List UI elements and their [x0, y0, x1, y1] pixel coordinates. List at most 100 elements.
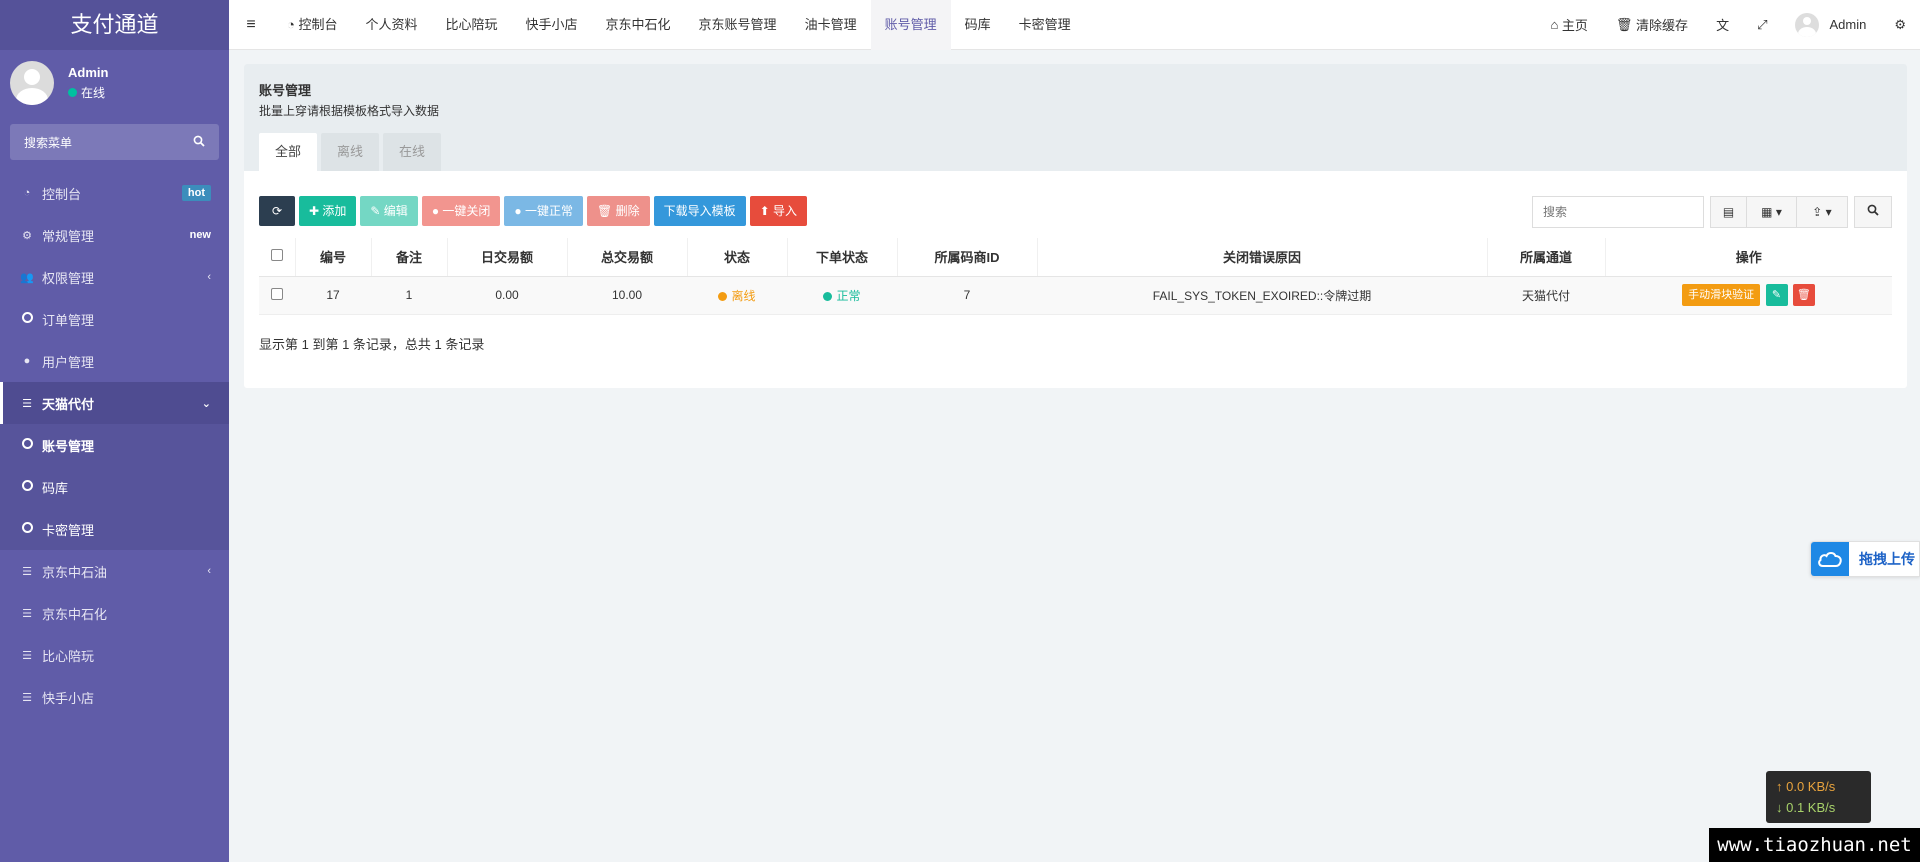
sidebar-item-permissions[interactable]: 👥 权限管理 ‹ [0, 256, 229, 298]
tab-all[interactable]: 全部 [259, 133, 318, 171]
sidebar-item-tmall[interactable]: ☰ 天猫代付 ⌄ [0, 382, 229, 424]
language-icon[interactable]: 文 [1702, 15, 1743, 34]
cell-total-amount: 10.00 [567, 276, 687, 315]
table-toolbar: ⟳ ✚ 添加 ✎ 编辑 ● 一键关闭 ● 一键正常 🗑 删除 下载导入模板 ⬆ … [259, 196, 811, 226]
cell-order-status[interactable]: 正常 [787, 276, 897, 315]
panel-heading: 账号管理 批量上穿请根据模板格式导入数据 全部 离线 在线 [244, 64, 1907, 171]
dashboard-icon: ◔ [23, 187, 31, 199]
user-status: 在线 [68, 84, 108, 101]
user-icon: ● [23, 355, 31, 367]
drag-upload-widget[interactable]: 拖拽上传 [1810, 541, 1920, 577]
menu-toggle-icon[interactable]: ≡ [229, 16, 273, 34]
trash-icon: 🗑 [1796, 289, 1811, 301]
sidebar-item-dashboard[interactable]: ◔ 控制台 hot [0, 172, 229, 214]
chevron-left-icon: ‹ [207, 565, 211, 577]
col-day-amount[interactable]: 日交易额 [447, 238, 568, 277]
col-note[interactable]: 备注 [371, 238, 448, 277]
pagination-summary: 显示第 1 到第 1 条记录，总共 1 条记录 [259, 337, 485, 352]
sidebar-item-jd-petrochina[interactable]: ☰ 京东中石油 ‹ [0, 550, 229, 592]
row-delete-button[interactable]: 🗑 [1792, 284, 1815, 306]
circle-icon [21, 480, 33, 491]
tab-dashboard[interactable]: ◔ 控制台 [273, 0, 351, 50]
select-all-checkbox[interactable] [270, 249, 283, 262]
circle-icon [21, 522, 33, 533]
tab-bixin[interactable]: 比心陪玩 [432, 0, 512, 50]
col-error-reason[interactable]: 关闭错误原因 [1037, 238, 1488, 277]
refresh-button[interactable]: ⟳ [259, 196, 295, 226]
admin-menu[interactable]: Admin [1781, 12, 1880, 37]
tab-jd-sinopec[interactable]: 京东中石化 [592, 0, 685, 50]
sidebar-item-account-manage[interactable]: 账号管理 [0, 424, 229, 466]
sidebar-item-jd-sinopec[interactable]: ☰ 京东中石化 [0, 592, 229, 634]
col-order-status[interactable]: 下单状态 [787, 238, 898, 277]
tab-jd-account[interactable]: 京东账号管理 [685, 0, 791, 50]
close-all-button[interactable]: ● 一键关闭 [421, 196, 501, 226]
hot-badge: hot [181, 185, 211, 201]
clear-cache-button[interactable]: 🗑 清除缓存 [1602, 15, 1702, 34]
tab-account-manage[interactable]: 账号管理 [870, 0, 951, 50]
columns-icon[interactable]: ▦ ▾ [1747, 197, 1797, 227]
tab-online[interactable]: 在线 [383, 133, 442, 171]
avatar [10, 61, 54, 105]
col-total-amount[interactable]: 总交易额 [567, 238, 688, 277]
download-template-button[interactable]: 下载导入模板 [653, 196, 746, 226]
col-channel[interactable]: 所属通道 [1487, 238, 1606, 277]
accounts-table: 编号 备注 日交易额 总交易额 状态 下单状态 所属码商ID 关闭错误原因 所属… [259, 238, 1892, 315]
chevron-left-icon: ‹ [207, 271, 211, 283]
upload-icon: ⬆ [759, 204, 774, 218]
row-checkbox[interactable] [271, 287, 283, 300]
settings-icon[interactable]: ⚙ [1880, 17, 1920, 33]
tab-profile[interactable]: 个人资料 [351, 0, 431, 50]
status-dot-icon [718, 291, 728, 301]
tab-card-manage[interactable]: 卡密管理 [1005, 0, 1085, 50]
sidebar-item-code-library[interactable]: 码库 [0, 466, 229, 508]
sidebar-item-general[interactable]: ⚙ 常规管理 new [0, 214, 229, 256]
delete-button[interactable]: 🗑 删除 [587, 196, 650, 226]
manual-slider-verify-button[interactable]: 手动滑块验证 [1682, 284, 1761, 306]
trash-icon: 🗑 [597, 204, 616, 218]
toggle-view-icon[interactable]: ▤ [1711, 197, 1747, 227]
pencil-icon: ✎ [1771, 289, 1782, 301]
export-icon[interactable]: ⇪ ▾ [1797, 197, 1847, 227]
cogs-icon: ⚙ [22, 229, 32, 242]
circle-icon [21, 312, 33, 323]
sidebar-item-orders[interactable]: 订单管理 [0, 298, 229, 340]
tab-oil-card[interactable]: 油卡管理 [791, 0, 871, 50]
sidebar-item-bixin[interactable]: ☰ 比心陪玩 [0, 634, 229, 676]
col-id[interactable]: 编号 [295, 238, 372, 277]
circle-icon [21, 438, 33, 449]
cell-day-amount: 0.00 [447, 276, 567, 315]
col-status[interactable]: 状态 [687, 238, 788, 277]
chevron-down-icon: ⌄ [201, 397, 211, 410]
table-row[interactable]: 17 1 0.00 10.00 离线 正常 7 FAIL_SYS_TOKEN_E… [259, 276, 1892, 315]
sidebar-item-users[interactable]: ● 用户管理 [0, 340, 229, 382]
cell-status[interactable]: 离线 [687, 276, 787, 315]
pencil-icon: ✎ [370, 204, 384, 218]
plus-icon: ✚ [309, 204, 323, 218]
add-button[interactable]: ✚ 添加 [299, 196, 357, 226]
import-button[interactable]: ⬆ 导入 [749, 196, 808, 226]
sidebar-item-card-manage[interactable]: 卡密管理 [0, 508, 229, 550]
fullscreen-icon[interactable]: ⤢ [1743, 17, 1781, 33]
page-subtitle: 批量上穿请根据模板格式导入数据 [259, 104, 440, 118]
circle-icon: ● [514, 204, 526, 218]
sidebar-search-input[interactable]: 搜索菜单 [10, 124, 219, 160]
tab-offline[interactable]: 离线 [321, 133, 380, 171]
brand-logo[interactable]: 支付通道 [0, 0, 229, 50]
page-title: 账号管理 [259, 83, 312, 98]
content-panel: 账号管理 批量上穿请根据模板格式导入数据 全部 离线 在线 ⟳ ✚ 添加 ✎ 编… [244, 64, 1907, 388]
tab-kuaishou[interactable]: 快手小店 [512, 0, 592, 50]
advanced-search-button[interactable] [1854, 196, 1892, 228]
list-icon: ☰ [22, 691, 32, 704]
search-icon [1867, 204, 1879, 216]
edit-button[interactable]: ✎ 编辑 [360, 196, 418, 226]
sidebar: 支付通道 Admin 在线 搜索菜单 ◔ 控制台 hot ⚙ 常规管理 new … [0, 0, 229, 862]
table-search-input[interactable] [1532, 196, 1704, 228]
home-link[interactable]: ⌂ 主页 [1536, 15, 1601, 34]
col-actions: 操作 [1605, 238, 1892, 277]
sidebar-item-kuaishou[interactable]: ☰ 快手小店 [0, 676, 229, 718]
row-edit-button[interactable]: ✎ [1765, 284, 1788, 306]
col-merchant-id[interactable]: 所属码商ID [897, 238, 1038, 277]
tab-code-library[interactable]: 码库 [951, 0, 1005, 50]
normal-all-button[interactable]: ● 一键正常 [504, 196, 584, 226]
